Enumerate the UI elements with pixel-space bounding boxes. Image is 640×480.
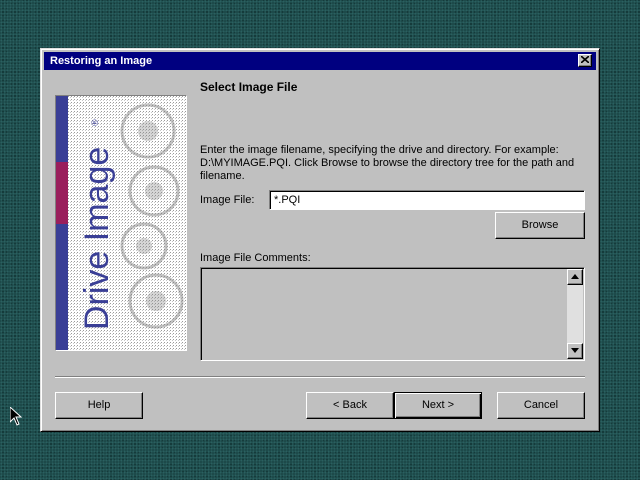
mouse-pointer-icon: [10, 407, 22, 426]
cancel-button-label: Cancel: [523, 399, 559, 411]
image-file-comments-label: Image File Comments:: [200, 252, 311, 264]
trademark-symbol: ®: [90, 119, 100, 126]
instructions-line-1: Enter the image filename, specifying the…: [200, 144, 559, 156]
dialog-title: Restoring an Image: [50, 55, 153, 67]
restoring-image-dialog: Restoring an Image Drive Image ® Select …: [40, 48, 600, 432]
scroll-down-button[interactable]: [567, 343, 583, 359]
instructions-line-3: filename.: [200, 170, 245, 182]
image-file-label: Image File:: [200, 194, 255, 206]
close-x-icon: [581, 56, 589, 63]
help-button-label: Help: [87, 399, 111, 411]
back-button[interactable]: < Back: [306, 392, 394, 419]
comments-scrollbar[interactable]: [567, 269, 583, 359]
back-button-label: < Back: [333, 399, 367, 411]
help-button[interactable]: Help: [55, 392, 143, 419]
scroll-down-arrow-icon: [571, 348, 579, 353]
next-button-label: Next >: [421, 399, 455, 411]
scroll-up-arrow-icon: [571, 274, 579, 279]
brand-logo-text: Drive Image: [78, 147, 116, 330]
close-button[interactable]: [578, 54, 592, 67]
instructions-text: Enter the image filename, specifying the…: [200, 144, 580, 183]
image-file-input[interactable]: *.PQI: [269, 190, 585, 210]
page-heading: Select Image File: [200, 80, 298, 94]
image-file-comments-textarea[interactable]: [200, 267, 585, 361]
title-bar[interactable]: Restoring an Image: [44, 52, 596, 70]
footer-separator: [55, 376, 585, 378]
browse-button-label: Browse: [521, 219, 559, 231]
brand-stripe-top: [56, 96, 68, 162]
browse-button[interactable]: Browse: [495, 212, 585, 239]
instructions-line-2: D:\MYIMAGE.PQI. Click Browse to browse t…: [200, 157, 575, 169]
brand-stripe-middle: [56, 162, 68, 224]
scroll-up-button[interactable]: [567, 269, 583, 285]
brand-stripe-bottom: [56, 224, 68, 350]
drive-image-banner: Drive Image ®: [55, 95, 187, 351]
next-button[interactable]: Next >: [394, 392, 482, 419]
cancel-button[interactable]: Cancel: [497, 392, 585, 419]
